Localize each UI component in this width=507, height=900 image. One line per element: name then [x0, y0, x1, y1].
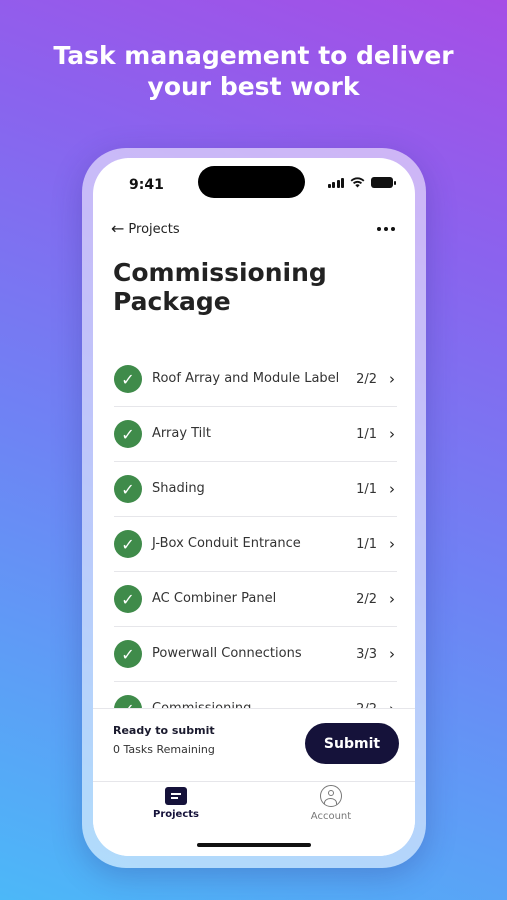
back-button[interactable]: ← Projects [111, 219, 180, 238]
check-icon: ✓ [114, 640, 142, 668]
task-row[interactable]: ✓ Powerwall Connections 3/3 › [114, 627, 397, 682]
task-list: ✓ Roof Array and Module Label 2/2 › ✓ Ar… [114, 352, 397, 737]
status-icons [327, 177, 396, 188]
task-row[interactable]: ✓ AC Combiner Panel 2/2 › [114, 572, 397, 627]
submit-button[interactable]: Submit [305, 723, 399, 764]
chevron-right-icon: › [389, 425, 395, 443]
tab-account-label: Account [310, 811, 352, 822]
task-count: 1/1 [356, 481, 377, 497]
page-title-line1: Commissioning [113, 258, 327, 287]
nav-bar: ← Projects [111, 218, 395, 240]
chevron-right-icon: › [389, 645, 395, 663]
check-icon: ✓ [114, 475, 142, 503]
status-time: 9:41 [129, 177, 164, 193]
tasks-remaining: 0 Tasks Remaining [113, 743, 215, 756]
check-icon: ✓ [114, 365, 142, 393]
chevron-right-icon: › [389, 535, 395, 553]
submit-bar: Ready to submit 0 Tasks Remaining Submit [93, 708, 415, 782]
task-label: Shading [152, 481, 205, 496]
task-count: 3/3 [356, 646, 377, 662]
more-options-button[interactable] [377, 223, 395, 235]
task-row[interactable]: ✓ Roof Array and Module Label 2/2 › [114, 352, 397, 407]
promo-headline: Task management to deliver your best wor… [0, 40, 507, 102]
task-count: 1/1 [356, 426, 377, 442]
chevron-right-icon: › [389, 590, 395, 608]
chevron-right-icon: › [389, 480, 395, 498]
home-indicator [197, 843, 311, 847]
projects-icon [165, 787, 187, 805]
tab-projects[interactable]: Projects [116, 782, 236, 834]
phone-screen: 9:41 ← Projects Commissioning Package ✓ … [93, 158, 415, 856]
task-label: AC Combiner Panel [152, 591, 277, 606]
tab-account[interactable]: Account [271, 782, 391, 834]
task-count: 1/1 [356, 536, 377, 552]
tab-projects-label: Projects [152, 809, 199, 820]
battery-icon [371, 177, 396, 188]
ready-status: Ready to submit [113, 724, 215, 737]
back-label: Projects [128, 221, 180, 237]
promo-headline-line1: Task management to deliver [53, 41, 454, 70]
tab-bar: Projects Account [93, 781, 415, 856]
cellular-signal-icon [327, 177, 344, 188]
task-label: J-Box Conduit Entrance [152, 536, 301, 551]
task-label: Array Tilt [152, 426, 212, 441]
check-icon: ✓ [114, 585, 142, 613]
dynamic-island [198, 166, 305, 198]
back-arrow-icon: ← [111, 219, 125, 238]
page-title-line2: Package [113, 287, 231, 316]
check-icon: ✓ [114, 420, 142, 448]
promo-headline-line2: your best work [147, 72, 360, 101]
chevron-right-icon: › [389, 370, 395, 388]
page-title: Commissioning Package [113, 258, 383, 316]
task-count: 2/2 [356, 371, 377, 387]
task-count: 2/2 [356, 591, 377, 607]
task-row[interactable]: ✓ Shading 1/1 › [114, 462, 397, 517]
task-row[interactable]: ✓ Array Tilt 1/1 › [114, 407, 397, 462]
task-label: Powerwall Connections [152, 646, 302, 661]
account-icon [320, 785, 342, 807]
task-row[interactable]: ✓ J-Box Conduit Entrance 1/1 › [114, 517, 397, 572]
check-icon: ✓ [114, 530, 142, 558]
wifi-icon [350, 177, 365, 188]
task-label: Roof Array and Module Label [152, 371, 340, 386]
